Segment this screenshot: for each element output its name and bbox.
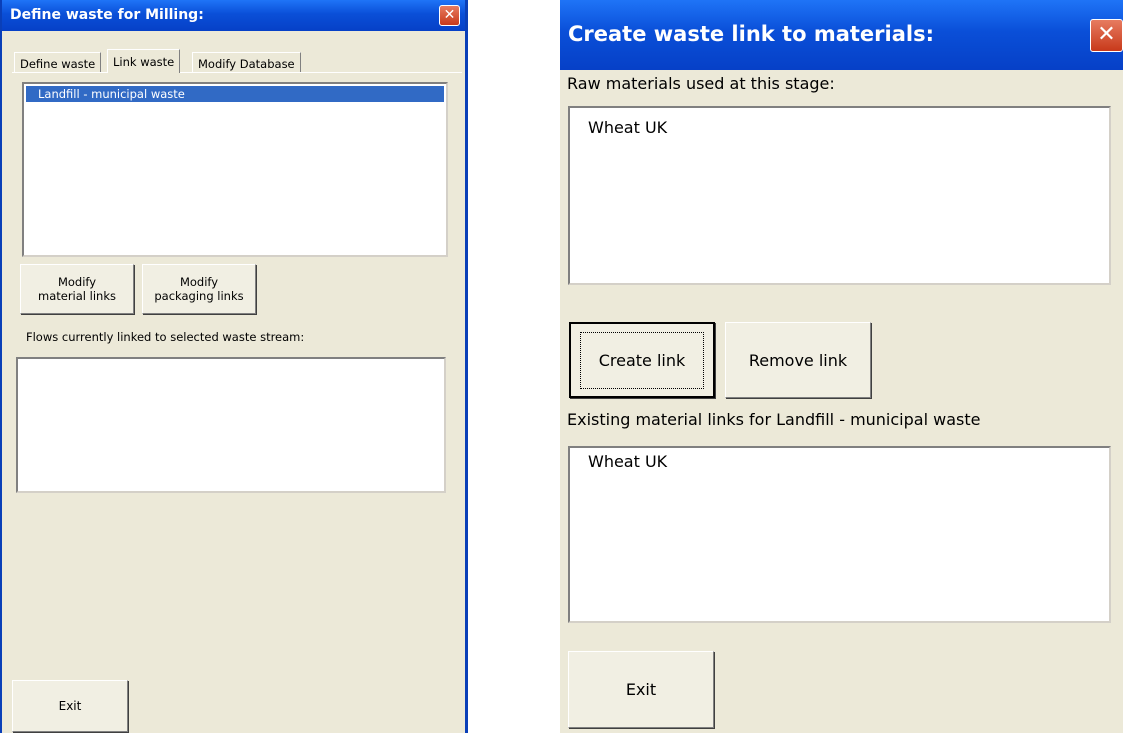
existing-links-list[interactable]: Wheat UK: [568, 446, 1111, 623]
list-item[interactable]: Wheat UK: [570, 108, 1109, 137]
waste-list[interactable]: Landfill - municipal waste: [22, 82, 448, 257]
tab-panel: [12, 72, 462, 73]
tab-modify-database[interactable]: Modify Database: [192, 52, 301, 72]
remove-link-button[interactable]: Remove link: [725, 322, 871, 398]
modify-material-links-button[interactable]: Modify material links: [20, 264, 134, 314]
left-exit-button[interactable]: Exit: [12, 680, 128, 732]
close-icon: ✕: [1097, 22, 1116, 47]
list-item[interactable]: Wheat UK: [570, 448, 1109, 471]
left-dialog-title: Define waste for Milling:: [10, 7, 204, 23]
left-close-button[interactable]: ✕: [439, 5, 460, 26]
right-title-bar[interactable]: Create waste link to materials: ✕: [560, 0, 1123, 70]
left-dialog: Define waste for Milling: ✕ Define waste…: [0, 0, 468, 733]
right-dialog: Create waste link to materials: ✕ Raw ma…: [560, 0, 1123, 733]
create-link-button[interactable]: Create link: [569, 322, 715, 398]
flows-label: Flows currently linked to selected waste…: [26, 330, 305, 344]
raw-materials-label: Raw materials used at this stage:: [567, 74, 835, 93]
right-dialog-title: Create waste link to materials:: [568, 22, 934, 46]
right-exit-button[interactable]: Exit: [568, 651, 714, 728]
flows-list[interactable]: [16, 357, 446, 493]
left-title-bar[interactable]: Define waste for Milling: ✕: [2, 0, 465, 31]
list-item[interactable]: Landfill - municipal waste: [25, 85, 445, 103]
raw-materials-list[interactable]: Wheat UK: [568, 106, 1111, 285]
tab-link-waste[interactable]: Link waste: [107, 49, 181, 73]
close-icon: ✕: [443, 7, 456, 23]
tab-define-waste[interactable]: Define waste: [14, 52, 102, 72]
modify-packaging-links-button[interactable]: Modify packaging links: [142, 264, 256, 314]
right-close-button[interactable]: ✕: [1090, 19, 1123, 52]
existing-links-label: Existing material links for Landfill - m…: [567, 410, 981, 429]
